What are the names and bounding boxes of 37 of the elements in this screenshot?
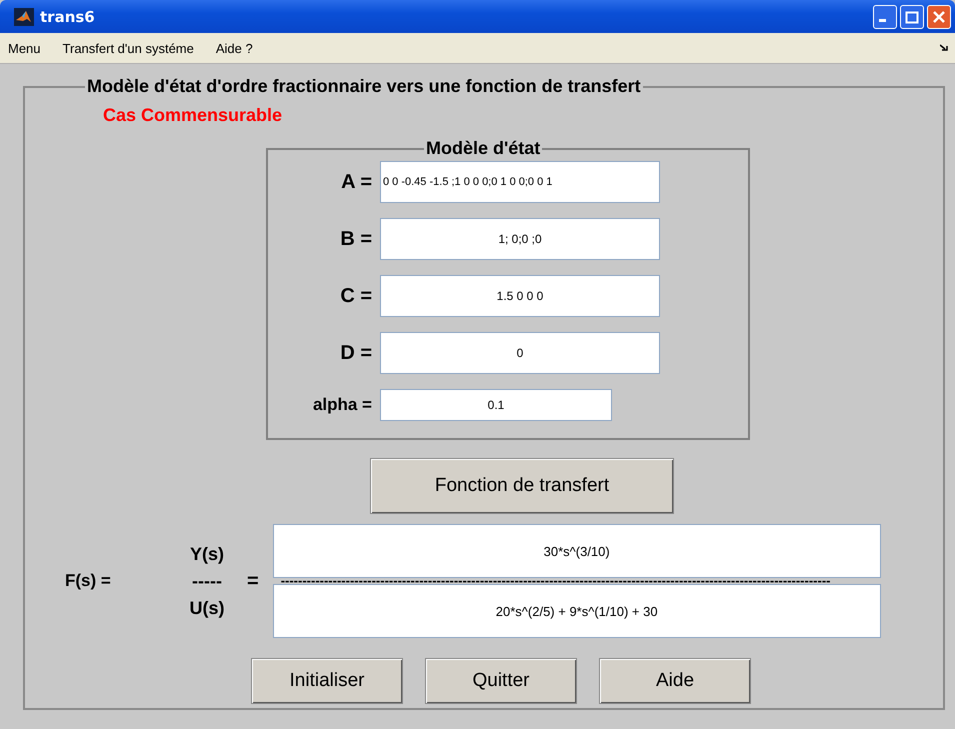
- menu-item[interactable]: Menu: [8, 40, 41, 56]
- dock-arrow-icon[interactable]: [940, 44, 949, 52]
- denominator-output: 20*s^(2/5) + 9*s^(1/10) + 30: [272, 584, 881, 638]
- matrix-label: D =: [339, 342, 373, 364]
- minimize-icon: [879, 19, 886, 22]
- maximize-icon: [905, 10, 919, 24]
- close-icon: [932, 10, 946, 24]
- action-button[interactable]: Aide: [599, 658, 751, 704]
- matrix-label: B =: [339, 228, 373, 250]
- minimize-button[interactable]: [873, 4, 897, 28]
- matrix-label: alpha =: [312, 395, 373, 415]
- window-title: trans6: [40, 8, 95, 26]
- numerator-output: 30*s^(3/10): [272, 524, 881, 578]
- menu-item[interactable]: Transfert d'un systéme: [62, 40, 194, 56]
- transfer-function-label: F(s) =: [65, 571, 112, 591]
- menu-item[interactable]: Aide ?: [216, 40, 253, 56]
- transfer-function-button[interactable]: Fonction de transfert: [370, 458, 674, 514]
- state-model-title: Modèle d'état: [425, 138, 542, 159]
- fraction-dashes: -----: [192, 570, 222, 592]
- matrix-input-field[interactable]: 0: [380, 332, 660, 374]
- action-button[interactable]: Initialiser: [251, 658, 403, 704]
- app-logo-icon: [14, 8, 34, 26]
- matrix-label: A =: [340, 170, 373, 194]
- matrix-input-field[interactable]: 0 0 -0.45 -1.5 ;1 0 0 0;0 1 0 0;0 0 1: [380, 161, 660, 203]
- maximize-button[interactable]: [900, 4, 924, 28]
- fraction-dashes-text: -------------------------------------------------------------------------------------------------------------------------------: [280, 578, 830, 584]
- matrix-label: C =: [339, 284, 373, 308]
- panel-title: Modèle d'état d'ordre fractionnaire vers une fonction de transfert: [86, 76, 642, 97]
- equals-sign: =: [247, 570, 259, 592]
- close-button[interactable]: [927, 4, 951, 28]
- case-label: Cas Commensurable: [103, 105, 284, 126]
- matrix-input-field[interactable]: 1; 0;0 ;0: [380, 218, 660, 260]
- matrix-input-field[interactable]: 0.1: [380, 389, 612, 421]
- matrix-input-field[interactable]: 1.5 0 0 0: [380, 275, 660, 317]
- action-button[interactable]: Quitter: [425, 658, 577, 704]
- numerator-label: Y(s): [190, 544, 224, 564]
- denominator-label: U(s): [190, 598, 224, 618]
